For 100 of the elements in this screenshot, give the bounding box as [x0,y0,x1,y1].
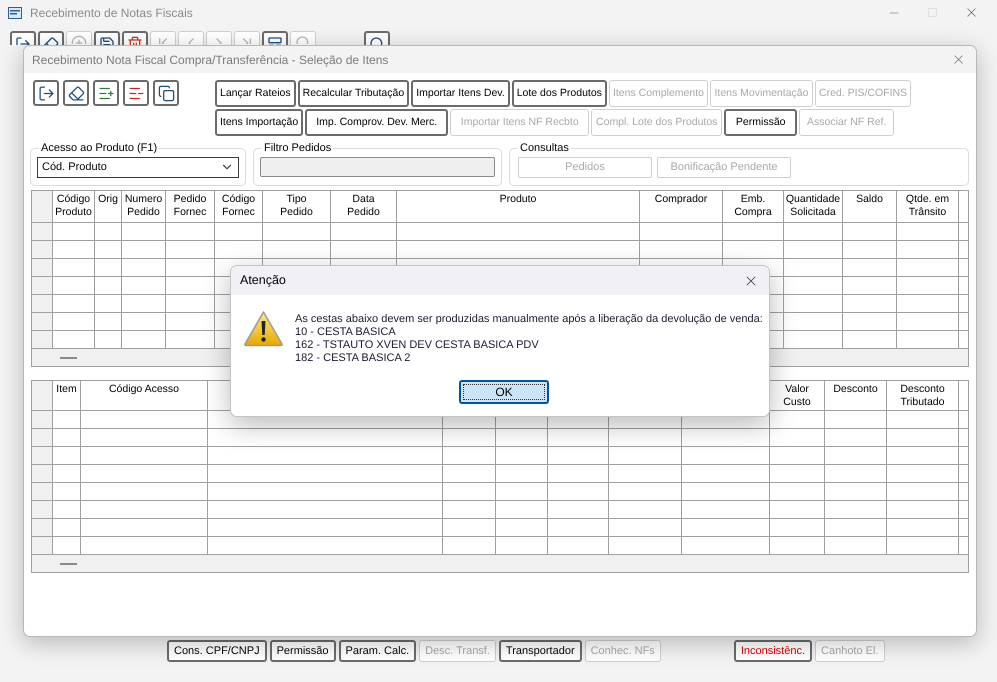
table-cell [443,483,496,501]
toolbar-button[interactable] [33,80,59,106]
toolbar-button[interactable] [122,31,148,45]
table-cell [53,429,81,447]
table-cell [496,447,548,465]
footer-button[interactable]: Inconsistênc. [734,640,812,662]
table-cell [825,483,887,501]
table-cell [548,429,609,447]
alert-title: Atenção [240,272,286,290]
table-cell [95,259,122,277]
table-cell [53,411,81,429]
toolbar-button[interactable] [10,31,36,45]
toolbar-button[interactable]: Lote dos Produtos [512,80,607,107]
column-header[interactable]: Desconto Tributado [887,381,959,411]
table-cell [331,223,397,241]
row-header[interactable] [32,537,53,555]
row-header[interactable] [32,501,53,519]
toolbar-button[interactable]: Imp. Comprov. Dev. Merc. [305,109,448,136]
table-cell [843,313,897,331]
exit-icon [38,84,54,102]
column-header[interactable]: Data Pedido [331,191,397,223]
toolbar-button[interactable] [38,31,64,45]
toolbar-button[interactable]: Importar Itens Dev. [411,80,510,107]
footer-button[interactable]: Cons. CPF/CNPJ [167,640,267,662]
row-header[interactable] [32,313,53,331]
row-header[interactable] [32,519,53,537]
row-header[interactable] [32,411,53,429]
table-cell [548,501,609,519]
row-header[interactable] [32,259,53,277]
table-cell [723,241,784,259]
alert-message: 10 - CESTA BASICA [295,326,397,339]
row-header[interactable] [32,331,53,349]
column-header[interactable]: Saldo [843,191,897,223]
table-cell [53,295,95,313]
warning-icon [243,310,284,347]
footer-button[interactable]: Param. Calc. [338,640,416,662]
table-cell [784,223,843,241]
row-header[interactable] [32,465,53,483]
table-cell [166,259,215,277]
table-cell [53,313,95,331]
row-header[interactable] [32,241,53,259]
column-header[interactable]: Pedido Fornec [166,191,215,223]
table-cell [897,295,959,313]
toolbar-button[interactable]: Itens Importação [215,109,304,136]
table-cell [843,259,897,277]
table-cell [770,465,825,483]
column-header[interactable]: Código Acesso [81,381,208,411]
column-header[interactable]: Comprador [640,191,723,223]
toolbar-button[interactable] [93,80,119,106]
group-title: Consultas [519,141,570,156]
column-header[interactable]: Qtde. em Trânsito [897,191,959,223]
product-access-select[interactable]: Cód. Produto [37,156,239,178]
toolbar-button[interactable]: Recalcular Tributação [298,80,410,107]
row-header[interactable] [32,483,53,501]
table-cell [95,241,122,259]
footer-button[interactable]: Permissão [270,640,336,662]
toolbar-button[interactable]: Lançar Rateios [215,80,296,107]
toolbar-button[interactable] [94,31,120,45]
column-header[interactable]: Item [53,381,81,411]
table-cell [443,429,496,447]
column-header[interactable]: Código Fornec [215,191,263,223]
table-cell [770,519,825,537]
column-header[interactable]: Produto [397,191,640,223]
toolbar-button[interactable] [63,80,89,106]
toolbar-button[interactable] [123,80,149,106]
table-cell [770,483,825,501]
table-cell [784,313,843,331]
column-header[interactable]: Quantidade Solicitada [784,191,843,223]
toolbar-button[interactable] [153,80,179,106]
footer-button[interactable]: Transportador [498,640,582,662]
table-cell [825,519,887,537]
table-cell [770,447,825,465]
table-cell [53,501,81,519]
toolbar-button[interactable]: Permissão [724,109,798,136]
toolbar-button[interactable] [364,31,390,45]
table-cell [443,519,496,537]
table-cell [122,295,166,313]
table-cell [496,519,548,537]
row-header[interactable] [32,447,53,465]
table-cell [95,313,122,331]
column-header[interactable]: Código Produto [53,191,95,223]
toolbar-button[interactable] [262,31,288,45]
table-cell [443,465,496,483]
ok-button[interactable]: OK [459,380,549,404]
column-header[interactable]: Numero Pedido [122,191,166,223]
maximize-icon[interactable] [927,7,938,18]
app-icon [8,6,22,18]
horizontal-scrollbar[interactable] [32,555,968,572]
eraser-icon [43,36,59,45]
row-header[interactable] [32,429,53,447]
row-header[interactable] [32,295,53,313]
column-header[interactable]: Orig [95,191,122,223]
column-header[interactable]: Emb. Compra [723,191,784,223]
column-header[interactable]: Desconto [825,381,887,411]
table-cell [548,465,609,483]
row-header[interactable] [32,277,53,295]
table-cell [548,447,609,465]
table-cell [548,483,609,501]
column-header[interactable]: Tipo Pedido [263,191,331,223]
row-header[interactable] [32,223,53,241]
